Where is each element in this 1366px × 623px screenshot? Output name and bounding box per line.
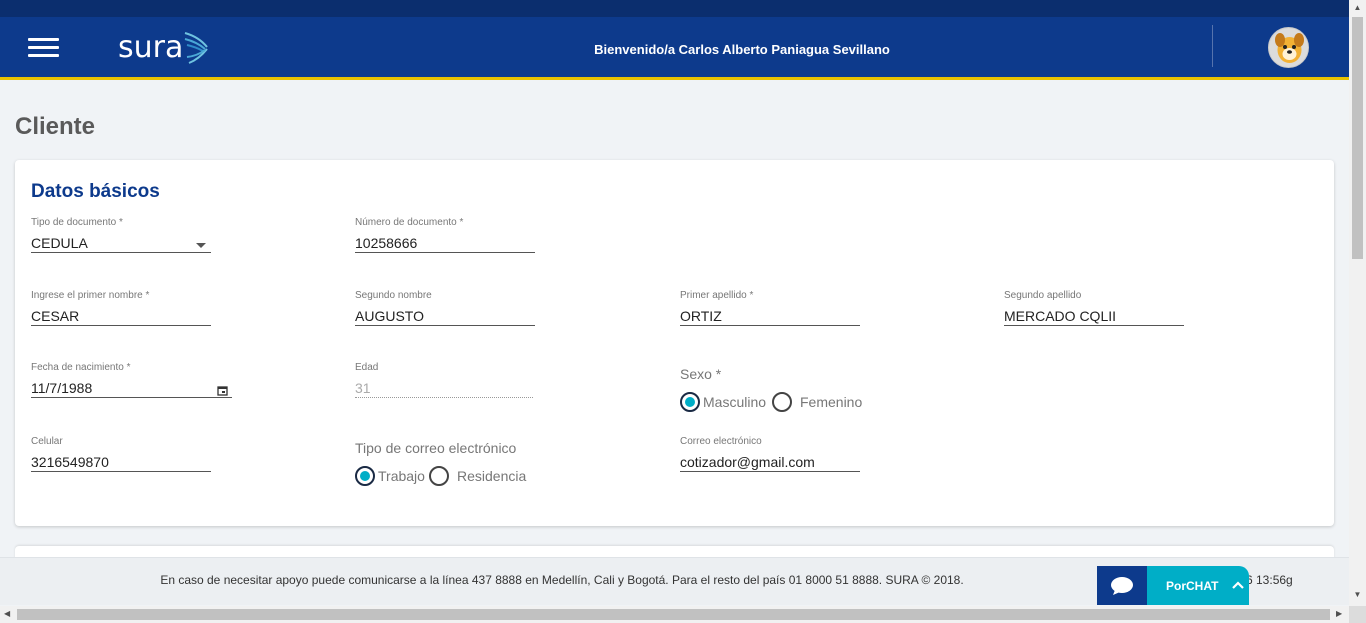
radio-femenino-label: Femenino	[800, 394, 863, 410]
second-surname-input[interactable]: MERCADO CQLII	[1004, 306, 1184, 326]
birth-date-label: Fecha de nacimiento *	[31, 362, 131, 373]
document-number-input[interactable]: 10258666	[355, 233, 535, 253]
footer-support-text: En caso de necesitar apoyo puede comunic…	[160, 573, 964, 587]
birth-date-field[interactable]: Fecha de nacimiento * 11/7/1988	[31, 362, 232, 398]
email-type-label: Tipo de correo electrónico	[355, 440, 517, 456]
avatar-mascot-icon	[1269, 28, 1308, 67]
age-value: 31	[355, 378, 533, 398]
age-field: Edad 31	[355, 362, 533, 398]
header-divider	[1212, 25, 1213, 67]
welcome-message: Bienvenido/a Carlos Alberto Paniagua Sev…	[594, 42, 890, 57]
radio-femenino[interactable]: Femenino	[772, 392, 862, 412]
chevron-down-icon[interactable]	[196, 243, 206, 248]
second-name-input[interactable]: AUGUSTO	[355, 306, 535, 326]
email-label: Correo electrónico	[680, 436, 762, 447]
chat-bubble-icon	[1111, 576, 1133, 595]
email-field[interactable]: Correo electrónico cotizador@gmail.com	[680, 436, 860, 472]
birth-date-input[interactable]: 11/7/1988	[31, 378, 232, 398]
first-name-input[interactable]: CESAR	[31, 306, 211, 326]
header-accent-line	[0, 77, 1349, 80]
radio-trabajo[interactable]: Trabajo	[355, 466, 425, 486]
app-header: sura Bienvenido/a Carlos Alberto Paniagu…	[0, 17, 1349, 77]
scroll-right-arrow-icon[interactable]: ▶	[1336, 609, 1342, 618]
second-surname-label: Segundo apellido	[1004, 290, 1082, 301]
section-title: Datos básicos	[31, 181, 160, 202]
calendar-icon[interactable]	[217, 385, 228, 399]
radio-checked-icon[interactable]	[680, 392, 700, 412]
logo-wing-icon	[185, 32, 209, 64]
chat-button[interactable]	[1097, 566, 1147, 605]
document-type-select[interactable]: Tipo de documento * CEDULA	[31, 217, 211, 253]
basic-data-card: Datos básicos Tipo de documento * CEDULA…	[15, 160, 1334, 526]
radio-checked-icon[interactable]	[355, 466, 375, 486]
horizontal-scroll-thumb[interactable]	[17, 609, 1330, 620]
first-surname-field[interactable]: Primer apellido * ORTIZ	[680, 290, 860, 326]
mobile-label: Celular	[31, 436, 63, 447]
radio-masculino-label: Masculino	[703, 394, 767, 410]
age-label: Edad	[355, 362, 379, 373]
chat-toggle[interactable]: PorCHAT	[1147, 566, 1249, 605]
radio-trabajo-label: Trabajo	[378, 468, 425, 484]
footer-time: 6 13:56g	[1246, 573, 1293, 587]
mobile-field[interactable]: Celular 3216549870	[31, 436, 211, 472]
first-name-field[interactable]: Ingrese el primer nombre * CESAR	[31, 290, 211, 326]
horizontal-scrollbar[interactable]: ◀ ▶	[0, 606, 1349, 623]
user-avatar[interactable]	[1268, 27, 1309, 68]
radio-residencia[interactable]: Residencia	[429, 466, 526, 486]
radio-unchecked-icon[interactable]	[772, 392, 792, 412]
chevron-up-icon[interactable]	[1232, 580, 1245, 592]
scroll-down-arrow-icon[interactable]: ▼	[1349, 590, 1366, 599]
first-name-label: Ingrese el primer nombre *	[31, 290, 150, 301]
top-strip	[0, 0, 1349, 17]
scrollbar-corner	[1349, 606, 1366, 623]
logo-text: sura	[118, 30, 184, 65]
vertical-scrollbar[interactable]: ▲ ▼	[1349, 0, 1366, 606]
vertical-scroll-thumb[interactable]	[1352, 17, 1363, 259]
mobile-input[interactable]: 3216549870	[31, 452, 211, 472]
radio-masculino[interactable]: Masculino	[680, 392, 766, 412]
document-number-label: Número de documento *	[355, 217, 464, 228]
chat-label: PorCHAT	[1166, 578, 1219, 593]
hamburger-menu-icon[interactable]	[28, 38, 59, 58]
sura-logo[interactable]: sura	[118, 29, 211, 67]
sex-label: Sexo *	[680, 366, 722, 382]
email-input[interactable]: cotizador@gmail.com	[680, 452, 860, 472]
first-surname-input[interactable]: ORTIZ	[680, 306, 860, 326]
second-name-field[interactable]: Segundo nombre AUGUSTO	[355, 290, 535, 326]
second-surname-field[interactable]: Segundo apellido MERCADO CQLII	[1004, 290, 1184, 326]
document-type-value[interactable]: CEDULA	[31, 233, 211, 253]
second-name-label: Segundo nombre	[355, 290, 432, 301]
page-title: Cliente	[15, 113, 96, 140]
radio-unchecked-icon[interactable]	[429, 466, 449, 486]
first-surname-label: Primer apellido *	[680, 290, 754, 301]
document-number-field[interactable]: Número de documento * 10258666	[355, 217, 535, 253]
scroll-left-arrow-icon[interactable]: ◀	[4, 609, 10, 618]
radio-residencia-label: Residencia	[457, 468, 527, 484]
document-type-label: Tipo de documento *	[31, 217, 123, 228]
scroll-up-arrow-icon[interactable]: ▲	[1349, 3, 1366, 12]
